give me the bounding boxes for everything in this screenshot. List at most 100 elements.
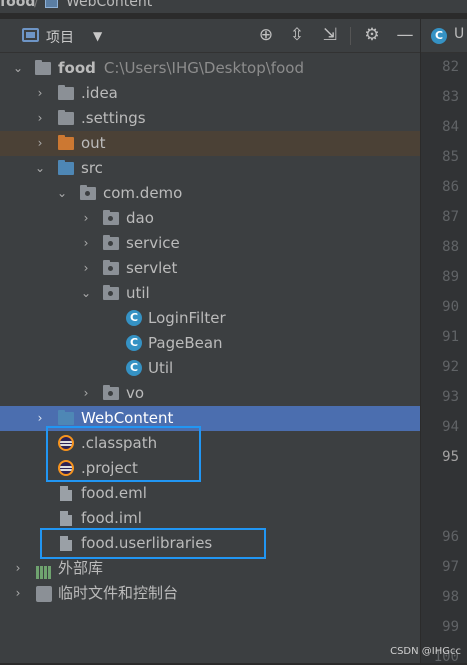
collapse-all-icon[interactable]: ⇲ (320, 25, 340, 45)
tree-item-dao[interactable]: › dao (0, 206, 420, 231)
editor-gutter: 82 83 84 85 86 87 88 89 90 91 92 93 94 95 96 97 98 99 100 (421, 53, 467, 665)
breadcrumb-project[interactable]: food (0, 0, 35, 9)
web-folder-icon (58, 410, 74, 425)
highlight-box (40, 528, 266, 559)
tree-item-label: src (81, 159, 103, 177)
chevron-right-icon[interactable]: › (12, 556, 24, 581)
line-number: 94 (442, 419, 459, 435)
line-number: 84 (442, 119, 459, 135)
line-number: 92 (442, 359, 459, 375)
line-number: 86 (442, 179, 459, 195)
folder-icon (45, 0, 58, 8)
chevron-right-icon[interactable]: › (34, 81, 46, 106)
chevron-right-icon[interactable]: › (80, 381, 92, 406)
tree-item-scratches[interactable]: › 临时文件和控制台 (0, 581, 420, 606)
chevron-down-icon[interactable]: ⌄ (80, 281, 92, 306)
package-icon (103, 285, 119, 300)
tree-item-label: vo (126, 384, 145, 402)
tree-item-servlet[interactable]: › servlet (0, 256, 420, 281)
line-number: 88 (442, 239, 459, 255)
project-tree: ⌄ food C:\Users\IHG\Desktop\food › .idea … (0, 53, 420, 663)
tree-item-src[interactable]: ⌄ src (0, 156, 420, 181)
chevron-right-icon[interactable]: › (12, 581, 24, 606)
tree-item-label: out (81, 134, 106, 152)
chevron-right-icon[interactable]: › (34, 106, 46, 131)
module-folder-icon (35, 60, 51, 75)
tree-item-label: util (126, 284, 150, 302)
source-folder-icon (58, 160, 74, 175)
root-path: C:\Users\IHG\Desktop\food (103, 59, 304, 77)
line-number: 83 (442, 89, 459, 105)
library-icon (36, 562, 54, 579)
chevron-right-icon[interactable]: › (80, 256, 92, 281)
chevron-down-icon[interactable]: ⌄ (34, 156, 46, 181)
line-number: 95 (442, 449, 459, 465)
tree-item-label: .idea (81, 84, 118, 102)
expand-all-icon[interactable]: ⇳ (287, 25, 307, 45)
tree-root-food[interactable]: ⌄ food C:\Users\IHG\Desktop\food (0, 56, 420, 81)
tree-item-util[interactable]: ⌄ util (0, 281, 420, 306)
root-name: food (58, 59, 96, 77)
project-view-icon (22, 28, 39, 42)
watermark: CSDN @IHGcc (390, 646, 461, 657)
package-icon (103, 235, 119, 250)
minimize-icon[interactable]: — (395, 25, 415, 45)
tree-item-label: 外部库 (58, 559, 104, 577)
chevron-right-icon[interactable]: › (80, 231, 92, 256)
folder-icon (58, 110, 74, 125)
package-icon (103, 260, 119, 275)
line-number: 91 (442, 329, 459, 345)
chevron-right-icon[interactable]: › (80, 206, 92, 231)
excluded-folder-icon (58, 135, 74, 150)
module-file-icon (60, 511, 72, 526)
tree-item-external-libraries[interactable]: › 外部库 (0, 556, 420, 581)
breadcrumb-current[interactable]: WebContent (66, 0, 152, 9)
breadcrumb: food / WebContent (0, 0, 467, 13)
tree-item-label: .settings (81, 109, 146, 127)
line-number: 90 (442, 299, 459, 315)
project-toolbar: 项目 ▼ ⊕ ⇳ ⇲ ⚙ — (0, 19, 420, 53)
tree-item-pagebean[interactable]: C PageBean (0, 331, 420, 356)
tree-item-label: food.eml (81, 484, 147, 502)
tree-item-label: 临时文件和控制台 (58, 584, 179, 602)
tree-item-label: PageBean (148, 334, 223, 352)
tree-item-label: LoginFilter (148, 309, 226, 327)
tree-item-label: dao (126, 209, 154, 227)
file-icon (60, 486, 72, 501)
java-class-icon: C (126, 360, 142, 376)
tree-item-label: Util (148, 359, 174, 377)
line-number: 98 (442, 589, 459, 605)
tree-item-com-demo[interactable]: ⌄ com.demo (0, 181, 420, 206)
package-icon (103, 385, 119, 400)
project-panel: 项目 ▼ ⊕ ⇳ ⇲ ⚙ — ⌄ food C:\Users\IHG\Deskto… (0, 19, 420, 663)
chevron-down-icon[interactable]: ▼ (93, 29, 102, 43)
editor-tab[interactable]: C U (421, 19, 467, 53)
locate-icon[interactable]: ⊕ (256, 25, 276, 45)
line-number: 93 (442, 389, 459, 405)
chevron-down-icon[interactable]: ⌄ (12, 56, 24, 81)
project-view-selector[interactable]: 项目 (46, 27, 74, 47)
tree-item-vo[interactable]: › vo (0, 381, 420, 406)
package-icon (80, 185, 96, 200)
line-number: 87 (442, 209, 459, 225)
tree-item-service[interactable]: › service (0, 231, 420, 256)
tree-item-loginfilter[interactable]: C LoginFilter (0, 306, 420, 331)
tree-item-util-class[interactable]: C Util (0, 356, 420, 381)
tree-item-idea[interactable]: › .idea (0, 81, 420, 106)
toolbar-divider (350, 27, 351, 45)
tree-item-food-eml[interactable]: food.eml (0, 481, 420, 506)
scratch-icon (36, 586, 52, 602)
breadcrumb-separator: / (34, 0, 39, 10)
chevron-right-icon[interactable]: › (34, 131, 46, 156)
line-number: 89 (442, 269, 459, 285)
chevron-right-icon[interactable]: › (34, 406, 46, 431)
editor-tab-label: U (454, 26, 465, 42)
tree-item-settings[interactable]: › .settings (0, 106, 420, 131)
java-class-icon: C (126, 310, 142, 326)
tree-item-out[interactable]: › out (0, 131, 420, 156)
java-class-icon: C (126, 335, 142, 351)
tree-item-label: com.demo (103, 184, 183, 202)
folder-icon (58, 85, 74, 100)
gear-icon[interactable]: ⚙ (362, 25, 382, 45)
chevron-down-icon[interactable]: ⌄ (56, 181, 68, 206)
